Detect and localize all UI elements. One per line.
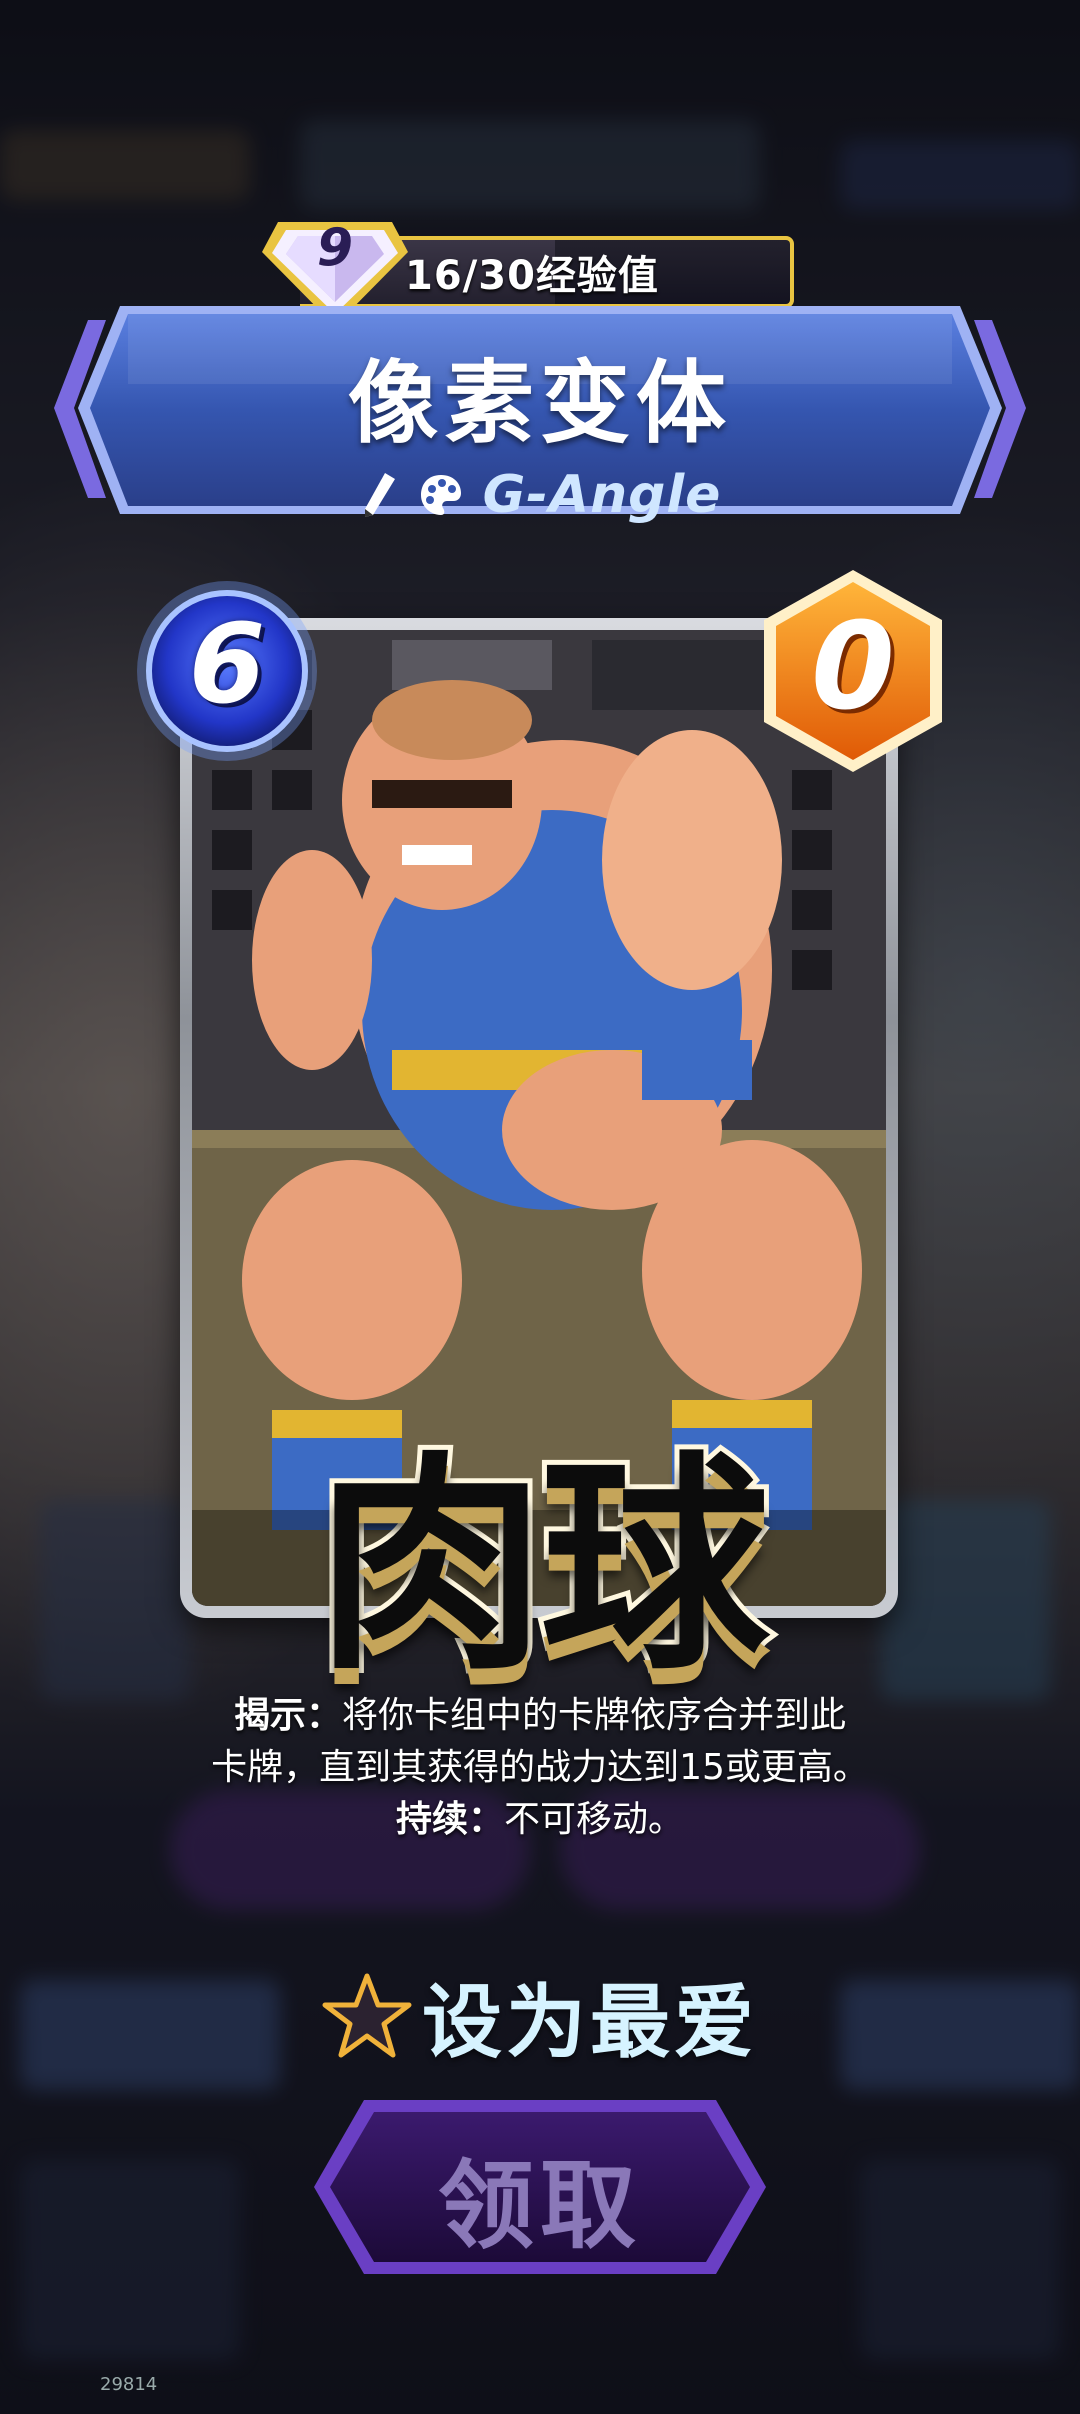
reveal-label: 揭示： (233, 1695, 342, 1736)
card-ability-text: 揭示：将你卡组中的卡牌依序合并到此 卡牌，直到其获得的战力达到15或更高。 持续… (110, 1690, 970, 1846)
set-favorite-button[interactable]: 设为最爱 (0, 1966, 1080, 2069)
card-variant-title: 像素变体 (348, 351, 732, 456)
energy-cost-value: 6 (188, 600, 266, 728)
ongoing-text: 不可移动。 (504, 1799, 685, 1840)
card-name-logo: 肉球 (311, 1429, 775, 1706)
set-favorite-label: 设为最爱 (422, 1976, 758, 2069)
star-icon (322, 1973, 412, 2058)
artist-credit: G-Angle (0, 460, 1080, 530)
watermark: 29814 (100, 2374, 158, 2395)
card-level: 9 (316, 218, 354, 278)
reveal-text-line1: 将你卡组中的卡牌依序合并到此 (342, 1695, 847, 1736)
reveal-text-line2: 卡牌，直到其获得的战力达到15或更高。 (211, 1747, 869, 1788)
pencil-icon (364, 473, 395, 517)
palette-icon (420, 475, 461, 515)
artist-name: G-Angle (482, 465, 722, 525)
power-value: 0 (811, 598, 895, 737)
ongoing-label: 持续： (395, 1799, 504, 1840)
claim-button-label[interactable]: 领取 (310, 2128, 770, 2267)
